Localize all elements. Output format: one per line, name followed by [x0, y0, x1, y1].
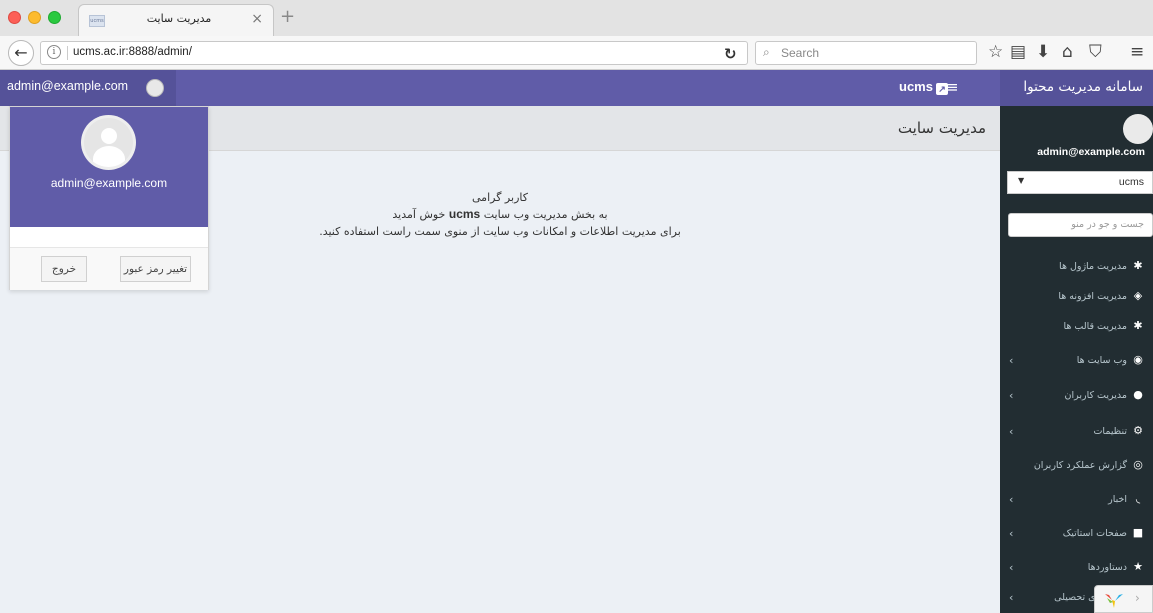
widget-logo-icon — [1105, 594, 1123, 608]
user-dropdown-email: admin@example.com — [50, 176, 168, 190]
chevron-left-icon: ‹ — [1009, 354, 1014, 367]
sidebar-item-label: مدیریت کاربران — [1064, 389, 1127, 401]
welcome-brand: ucms — [448, 207, 481, 221]
sidebar-item-label: صفحات استاتیک — [1062, 527, 1127, 539]
chevron-left-icon: ‹ — [1009, 591, 1014, 604]
sidebar-item-label: مدیریت قالب ها — [1063, 320, 1127, 332]
url-separator — [67, 46, 68, 60]
sidebar-item-achievements[interactable]: ★ دستاوردها ‹ — [1000, 555, 1153, 583]
chevron-left-icon: ‹ — [1009, 389, 1014, 402]
sidebar-item-plugins[interactable]: ◈ مدیریت افزونه ها — [1000, 284, 1153, 312]
sidebar-item-templates[interactable]: ✱ مدیریت قالب ها — [1000, 314, 1153, 342]
sidebar-item-label: وب سایت ها — [1076, 354, 1127, 366]
chevron-left-icon: ‹ — [1009, 493, 1014, 506]
sidebar-item-user-activity-report[interactable]: ◎ گزارش عملکرد کاربران — [1000, 453, 1153, 481]
sidebar-item-modules[interactable]: ✱ مدیریت ماژول ها — [1000, 254, 1153, 282]
sidebar-item-settings[interactable]: ⚙ تنظیمات ‹ — [1000, 419, 1153, 447]
brand-box: سامانه مدیریت محتوا — [1000, 70, 1153, 106]
browser-tab-bar: ucms مدیریت سایت × + — [0, 0, 1153, 36]
brand-title: سامانه مدیریت محتوا — [1023, 79, 1143, 95]
sidebar-item-label: مدیریت ماژول ها — [1059, 260, 1127, 272]
rss-icon: ◟ — [1135, 492, 1141, 505]
welcome-line-2: به بخش مدیریت وب سایت ucms خوش آمدید — [300, 206, 700, 223]
menu-icon[interactable]: ≡ — [1130, 42, 1144, 62]
logo-text: ucms — [899, 79, 933, 94]
home-icon[interactable]: ⌂ — [1062, 42, 1073, 62]
sidebar-search-input[interactable]: جست و جو در منو — [1008, 213, 1153, 237]
chevron-left-icon: ‹ — [1009, 561, 1014, 574]
gear-icon: ✱ — [1133, 319, 1143, 332]
reload-icon[interactable]: ↻ — [724, 45, 737, 63]
cube-icon: ◈ — [1133, 289, 1143, 302]
sidebar-item-websites[interactable]: ◉ وب سایت ها ‹ — [1000, 348, 1153, 376]
welcome-line-2-pre: به بخش مدیریت وب سایت — [483, 208, 608, 221]
globe-icon: ◉ — [1133, 353, 1143, 366]
site-select[interactable]: ucms ▼ — [1007, 171, 1153, 194]
file-icon: ■ — [1132, 526, 1144, 539]
header-user-email: admin@example.com — [7, 79, 129, 93]
minimize-window-button[interactable] — [28, 11, 41, 24]
download-icon[interactable]: ⬇ — [1036, 42, 1050, 62]
sidebar-item-news[interactable]: ◟ اخبار ‹ — [1000, 487, 1153, 515]
sidebar-avatar — [1123, 114, 1153, 144]
chevron-left-icon: ‹ — [1009, 425, 1014, 438]
caret-down-icon: ▼ — [1018, 176, 1025, 185]
sidebar-item-users[interactable]: ● مدیریت کاربران ‹ — [1000, 383, 1153, 411]
tab-close-icon[interactable]: × — [251, 11, 263, 27]
sidebar: admin@example.com ucms ▼ جست و جو در منو… — [1000, 106, 1153, 613]
info-icon[interactable]: i — [47, 45, 61, 59]
browser-tab[interactable]: ucms مدیریت سایت × — [78, 4, 274, 36]
sidebar-item-label: گزارش عملکرد کاربران — [1033, 459, 1127, 471]
sidebar-item-static-pages[interactable]: ■ صفحات استاتیک ‹ — [1000, 521, 1153, 549]
user-dropdown-footer: تغییر رمز عبور خروج — [10, 247, 208, 290]
avatar — [146, 79, 164, 97]
url-bar[interactable]: i ucms.ac.ir:8888/admin/ — [40, 41, 748, 65]
chevron-right-icon[interactable]: › — [1135, 591, 1140, 605]
eye-icon: ◎ — [1133, 458, 1143, 471]
welcome-line-1: کاربر گرامی — [472, 191, 528, 204]
search-bar[interactable]: ⌕ Search — [755, 41, 977, 65]
sidebar-item-label: تنظیمات — [1093, 425, 1127, 437]
sidebar-item-label: مدیریت افزونه ها — [1058, 290, 1127, 302]
maximize-window-button[interactable] — [48, 11, 61, 24]
back-button[interactable]: ← — [8, 40, 34, 66]
search-placeholder: Search — [781, 46, 820, 60]
welcome-line-3: برای مدیریت اطلاعات و امکانات وب سایت از… — [319, 225, 681, 238]
new-tab-button[interactable]: + — [280, 6, 295, 27]
sidebar-item-label: اخبار — [1108, 493, 1127, 505]
sidebar-item-label: دستاوردها — [1087, 561, 1127, 573]
welcome-message: کاربر گرامی به بخش مدیریت وب سایت ucms خ… — [300, 189, 700, 240]
sidebar-user-email: admin@example.com — [1037, 146, 1145, 158]
gears-icon: ⚙ — [1133, 424, 1143, 437]
user-dropdown-header: admin@example.com — [10, 107, 208, 227]
star-icon: ★ — [1133, 560, 1143, 573]
user-icon: ● — [1133, 388, 1143, 401]
user-dropdown-body — [10, 227, 208, 249]
chevron-left-icon: ‹ — [1009, 527, 1014, 540]
welcome-line-2-post: خوش آمدید — [392, 208, 446, 221]
page-title: مدیریت سایت — [897, 119, 986, 137]
pocket-icon[interactable]: ⛉ — [1089, 42, 1102, 62]
favicon-icon: ucms — [89, 15, 105, 27]
url-text[interactable]: ucms.ac.ir:8888/admin/ — [73, 46, 192, 58]
sidebar-toggle-icon[interactable]: ≡ — [946, 78, 959, 96]
app-header: admin@example.com ucms ↗ ≡ سامانه مدیریت … — [0, 70, 1153, 106]
user-dropdown: admin@example.com تغییر رمز عبور خروج — [9, 106, 209, 290]
site-select-value: ucms — [1118, 176, 1144, 188]
floating-widget[interactable]: › — [1094, 585, 1153, 613]
browser-nav-bar: ← i ucms.ac.ir:8888/admin/ ↻ ⌕ Search ☆ … — [0, 36, 1153, 70]
bookmark-star-icon[interactable]: ☆ — [988, 42, 1003, 62]
user-menu-toggle[interactable]: admin@example.com — [0, 70, 176, 106]
site-logo-link[interactable]: ucms ↗ — [899, 79, 948, 95]
logout-button[interactable]: خروج — [41, 256, 87, 282]
sidebar-search-placeholder: جست و جو در منو — [1071, 219, 1144, 230]
tab-title: مدیریت سایت — [146, 12, 212, 25]
user-avatar-large — [81, 115, 136, 170]
reader-list-icon[interactable]: ▤ — [1010, 42, 1026, 62]
change-password-button[interactable]: تغییر رمز عبور — [120, 256, 191, 282]
close-window-button[interactable] — [8, 11, 21, 24]
search-icon: ⌕ — [763, 45, 770, 59]
gear-icon: ✱ — [1133, 259, 1143, 272]
